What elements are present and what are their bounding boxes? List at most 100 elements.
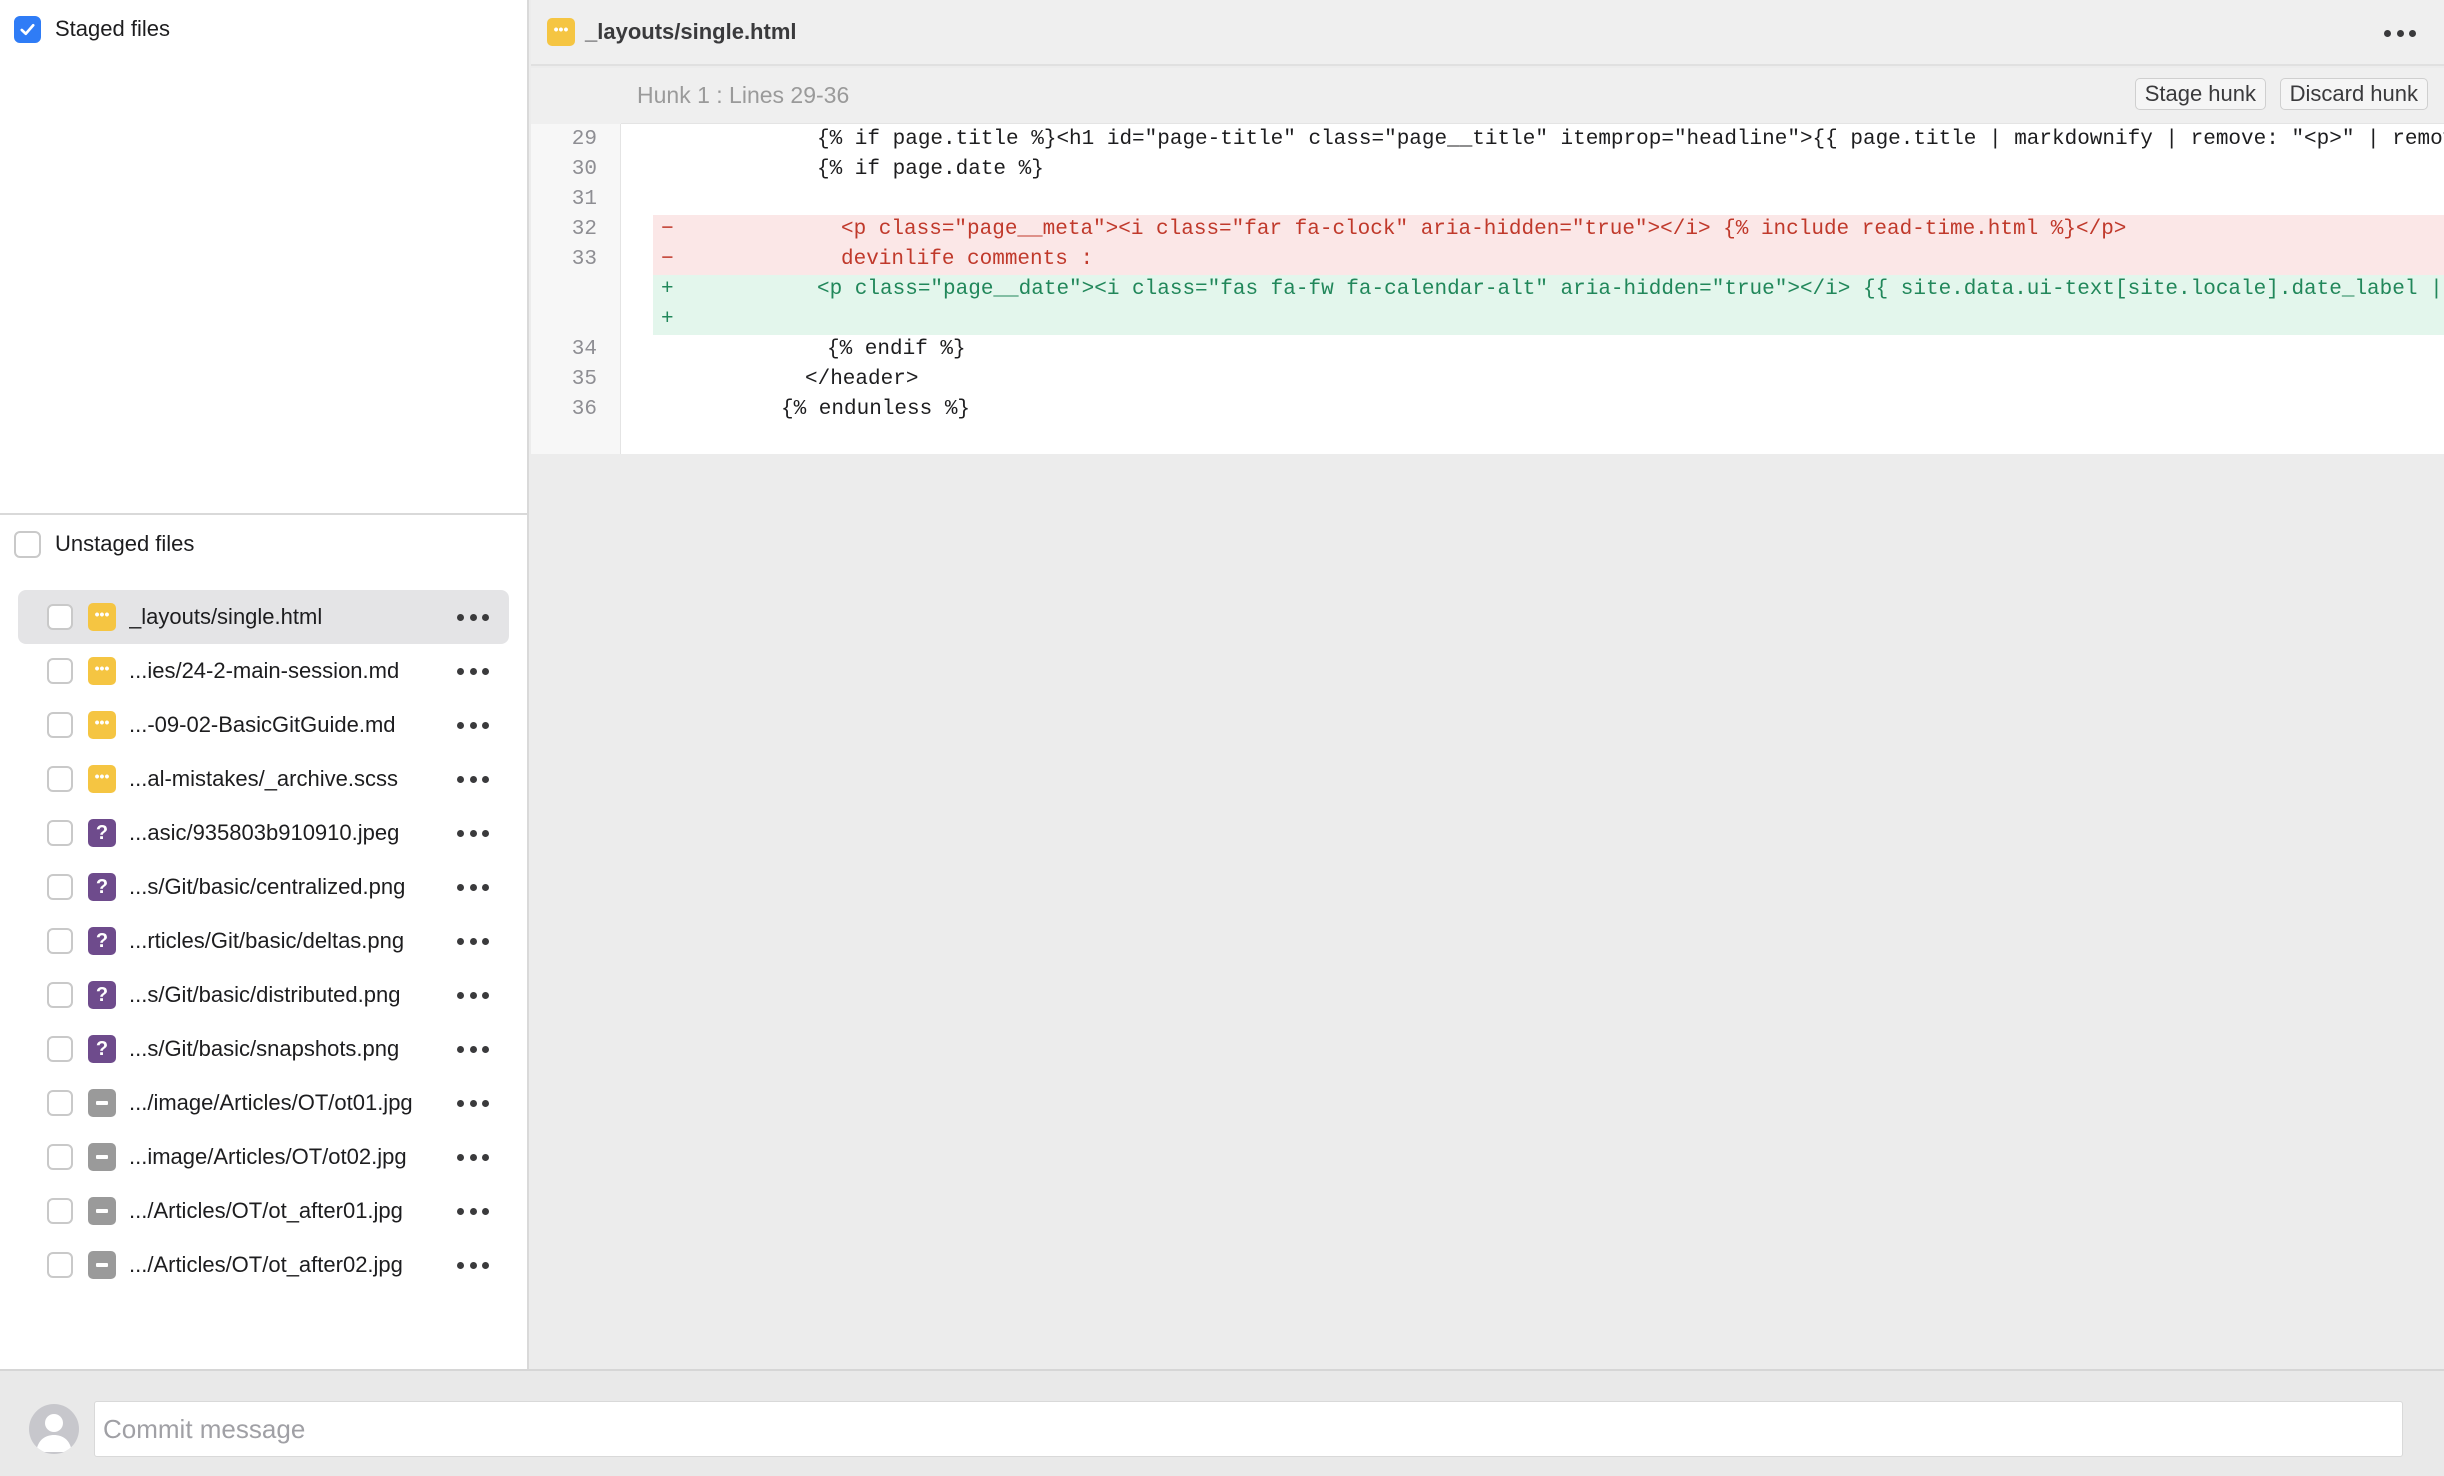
context-line[interactable]: 31 [531,185,2444,215]
minus-icon [88,1251,116,1279]
checkmark-icon [20,23,35,35]
code-text: <p class="page__date"><i class="fas fa-f… [817,278,2444,301]
added-line[interactable]: + <p class="page__date"><i class="fas fa-… [531,275,2444,305]
modified-dots-icon: ••• [88,711,116,739]
line-number: 35 [571,368,597,391]
file-checkbox[interactable] [47,1144,73,1170]
diff-sign: + [661,278,674,301]
unstaged-files-header[interactable]: Unstaged files [14,529,194,559]
line-number: 36 [571,398,597,421]
file-more-button[interactable] [453,926,493,956]
file-row[interactable]: ? ...s/Git/basic/snapshots.png [18,1022,509,1076]
question-mark-icon: ? [88,927,116,955]
discard-hunk-button[interactable]: Discard hunk [2279,78,2428,110]
file-checkbox[interactable] [47,658,73,684]
sidebar: Staged files Unstaged files ••• _layouts/… [0,0,529,1369]
minus-icon [88,1197,116,1225]
file-checkbox[interactable] [47,928,73,954]
file-checkbox[interactable] [47,604,73,630]
deleted-line[interactable]: 33 − devinlife comments : [531,245,2444,275]
unstaged-file-list: ••• _layouts/single.html ••• ...ies/24-2-ma… [18,590,509,1292]
diff-hunk: Hunk 1 : Lines 29-36 Stage hunk Discard … [531,68,2444,454]
code-text: <p class="page__meta"><i class="far fa-c… [841,218,2127,241]
section-divider[interactable] [0,513,527,515]
file-row[interactable]: ? ...rticles/Git/basic/deltas.png [18,914,509,968]
staged-files-label: Staged files [55,16,170,41]
file-more-button[interactable] [453,818,493,848]
file-row[interactable]: .../Articles/OT/ot_after01.jpg [18,1184,509,1238]
unstaged-files-label: Unstaged files [55,531,195,556]
file-checkbox[interactable] [47,1252,73,1278]
context-line[interactable]: 29 {% if page.title %}<h1 id="page-title"… [531,125,2444,155]
file-checkbox[interactable] [47,766,73,792]
added-line[interactable]: + [531,305,2444,335]
staged-files-header[interactable]: Staged files [14,14,170,44]
file-row[interactable]: ••• ...al-mistakes/_archive.scss [18,752,509,806]
file-checkbox[interactable] [47,1198,73,1224]
file-row[interactable]: ••• ...ies/24-2-main-session.md [18,644,509,698]
hunk-header: Hunk 1 : Lines 29-36 Stage hunk Discard … [531,68,2444,124]
file-more-button[interactable] [453,602,493,632]
file-name: .../image/Articles/OT/ot01.jpg [129,1090,413,1115]
file-checkbox[interactable] [47,712,73,738]
file-more-button[interactable] [453,1250,493,1280]
file-row[interactable]: ••• _layouts/single.html [18,590,509,644]
commit-bar [0,1369,2444,1476]
context-line[interactable]: 35 </header> [531,365,2444,395]
more-dots-icon [2380,18,2420,48]
diff-code: 29 {% if page.title %}<h1 id="page-title"… [531,124,2444,454]
file-more-button[interactable] [453,764,493,794]
user-silhouette-icon [36,1414,72,1452]
question-mark-icon: ? [88,873,116,901]
line-number: 34 [571,338,597,361]
file-row[interactable]: ? ...s/Git/basic/distributed.png [18,968,509,1022]
file-more-button[interactable] [453,980,493,1010]
staged-files-section: Staged files [0,0,527,513]
file-row[interactable]: ••• ...-09-02-BasicGitGuide.md [18,698,509,752]
file-row[interactable]: .../image/Articles/OT/ot01.jpg [18,1076,509,1130]
line-number: 31 [571,188,597,211]
file-more-button[interactable] [453,1142,493,1172]
stage-hunk-button[interactable]: Stage hunk [2134,78,2266,110]
file-checkbox[interactable] [47,982,73,1008]
diff-panel: ••• _layouts/single.html Hunk 1 : Lines … [531,0,2444,1369]
file-checkbox[interactable] [47,874,73,900]
file-name: .../Articles/OT/ot_after01.jpg [129,1198,403,1223]
line-number: 33 [571,248,597,271]
file-row[interactable]: ? ...asic/935803b910910.jpeg [18,806,509,860]
diff-file-header: ••• _layouts/single.html [531,0,2444,66]
line-number: 29 [571,128,597,151]
file-name: .../Articles/OT/ot_after02.jpg [129,1252,403,1277]
file-name: ...al-mistakes/_archive.scss [129,766,398,791]
unstaged-files-checkbox[interactable] [14,530,41,558]
line-number: 32 [571,218,597,241]
file-name: ...-09-02-BasicGitGuide.md [129,712,396,737]
file-more-button[interactable] [453,1088,493,1118]
file-more-button[interactable] [453,1034,493,1064]
context-line[interactable]: 36 {% endunless %} [531,395,2444,425]
file-name: ...asic/935803b910910.jpeg [129,820,400,845]
file-more-button[interactable] [2380,18,2420,48]
file-more-button[interactable] [453,1196,493,1226]
context-line[interactable]: 30 {% if page.date %} [531,155,2444,185]
file-row[interactable]: ? ...s/Git/basic/centralized.png [18,860,509,914]
code-text: </header> [805,368,919,391]
file-row[interactable]: .../Articles/OT/ot_after02.jpg [18,1238,509,1292]
code-text: {% endif %} [827,338,966,361]
file-more-button[interactable] [453,656,493,686]
deleted-line[interactable]: 32 − <p class="page__meta"><i class="far f… [531,215,2444,245]
context-line[interactable]: 34 {% endif %} [531,335,2444,365]
file-checkbox[interactable] [47,820,73,846]
file-name: ...image/Articles/OT/ot02.jpg [129,1144,407,1169]
file-checkbox[interactable] [47,1090,73,1116]
file-row[interactable]: ...image/Articles/OT/ot02.jpg [18,1130,509,1184]
question-mark-icon: ? [88,1035,116,1063]
code-text: {% endunless %} [781,398,971,421]
file-checkbox[interactable] [47,1036,73,1062]
staged-files-checkbox[interactable] [14,15,41,43]
file-name: ...s/Git/basic/distributed.png [129,982,401,1007]
commit-message-input[interactable] [94,1401,2403,1457]
file-more-button[interactable] [453,872,493,902]
file-more-button[interactable] [453,710,493,740]
diff-sign: + [661,308,674,331]
